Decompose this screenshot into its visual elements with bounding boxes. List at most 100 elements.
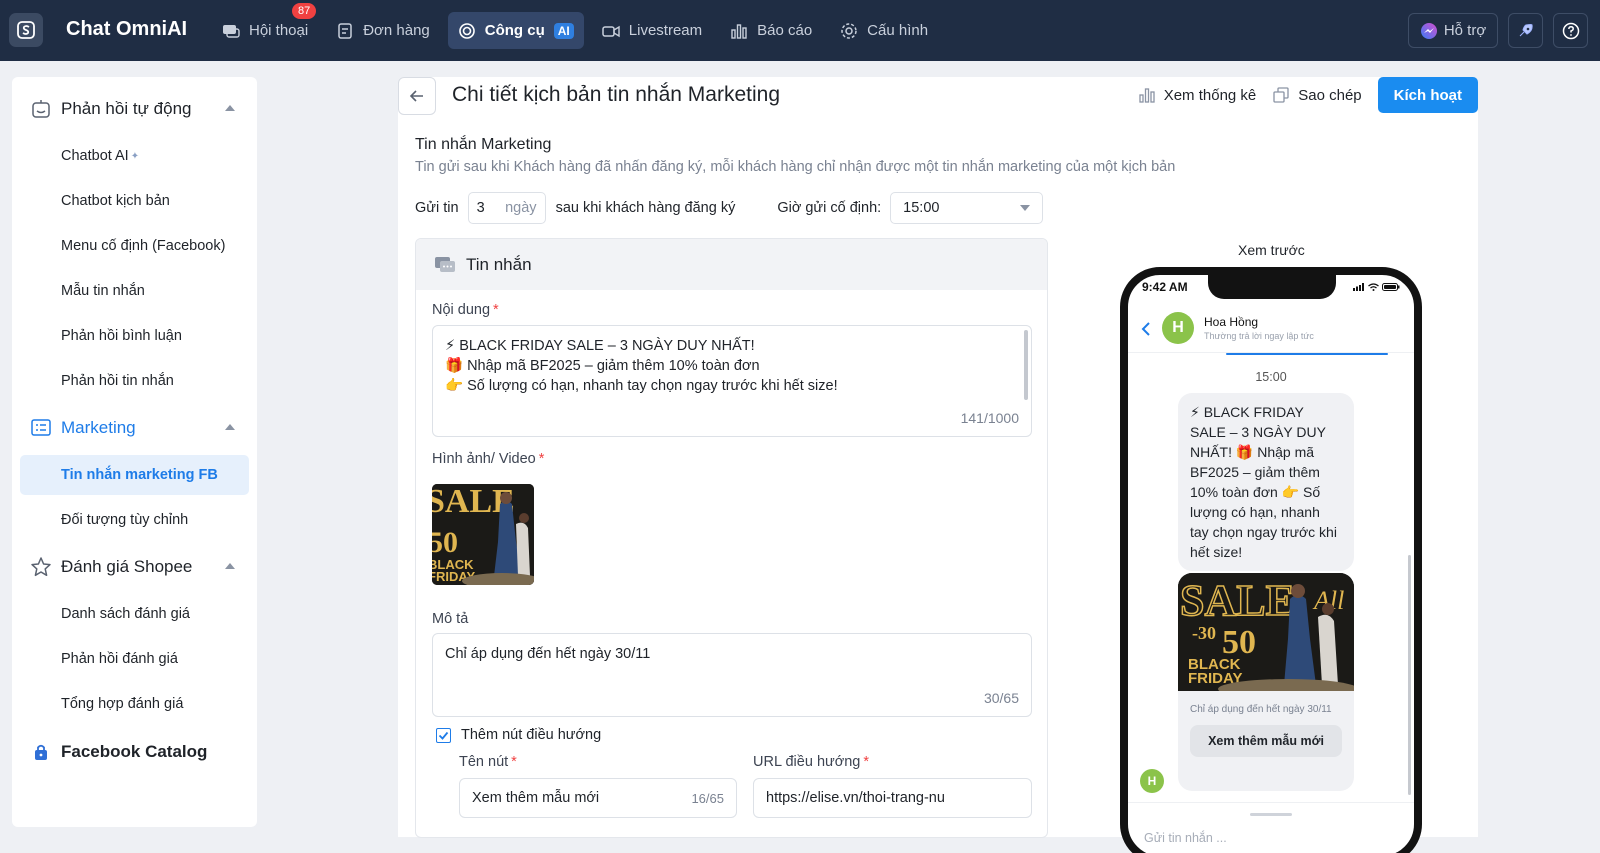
- messenger-icon: [1420, 22, 1437, 39]
- contact-name: Hoa Hồng: [1204, 315, 1259, 329]
- sidebar-item-message-reply[interactable]: Phản hồi tin nhắn: [20, 361, 249, 401]
- days-input[interactable]: 3 ngày: [467, 192, 546, 224]
- phone-message-input[interactable]: Gửi tin nhắn ...: [1144, 831, 1227, 845]
- checkbox[interactable]: [436, 727, 451, 743]
- sidebar-group-marketing[interactable]: Marketing: [12, 410, 257, 446]
- marketing-list-icon: [30, 417, 52, 439]
- promo-discount-low: -30: [1192, 623, 1216, 643]
- chevron-down-icon: [1020, 205, 1031, 211]
- sidebar-group-facebook-catalog[interactable]: Facebook Catalog: [12, 734, 257, 770]
- announcement-button[interactable]: [1508, 13, 1543, 48]
- app-logo[interactable]: [9, 13, 43, 47]
- message-panel-title: Tin nhắn: [466, 254, 532, 274]
- sidebar-item-label: Tin nhắn marketing FB: [61, 467, 218, 483]
- collapse-caret-icon[interactable]: [225, 105, 235, 111]
- top-navigation-bar: Chat OmniAI Hội thoại 87 Đơn hàng Công c…: [0, 0, 1600, 61]
- sidebar-group-label: Phản hồi tự động: [61, 99, 192, 118]
- sidebar-item-label: Đối tượng tùy chỉnh: [61, 512, 189, 528]
- content-line: 👉 Số lượng có hạn, nhanh tay chọn ngay t…: [445, 378, 838, 394]
- content-label: Nội dung *: [432, 302, 499, 318]
- sidebar-item-fixed-menu[interactable]: Menu cố định (Facebook): [20, 226, 249, 266]
- nav-reports[interactable]: Báo cáo: [720, 12, 822, 49]
- promo-headline: SALE: [1180, 576, 1295, 625]
- preview-card-image: SALE All -30 50 BLACK FRIDAY: [1178, 573, 1354, 699]
- nav-conversations[interactable]: Hội thoại 87: [212, 3, 318, 49]
- sidebar-item-label: Menu cố định (Facebook): [61, 238, 226, 254]
- nav-orders[interactable]: Đơn hàng: [326, 12, 440, 49]
- collapse-caret-icon[interactable]: [225, 424, 235, 430]
- collapse-caret-icon[interactable]: [225, 563, 235, 569]
- unread-badge: 87: [291, 3, 317, 19]
- top-right-actions: Hỗ trợ: [1408, 13, 1588, 48]
- previous-message-edge: [1226, 353, 1388, 355]
- ai-chip: AI: [553, 22, 574, 39]
- button-name-value: Xem thêm mẫu mới: [472, 790, 600, 806]
- rocket-icon: [1519, 23, 1533, 36]
- days-unit: ngày: [505, 200, 537, 216]
- time-value: 15:00: [903, 200, 940, 216]
- avatar: H: [1162, 312, 1194, 344]
- time-select[interactable]: 15:00: [890, 192, 1044, 224]
- page-header: Chi tiết kịch bản tin nhắn Marketing Xem…: [398, 77, 1478, 129]
- sparkle-icon: ✦: [130, 150, 140, 162]
- sidebar-group-auto-reply[interactable]: Phản hồi tự động: [12, 91, 257, 127]
- nav-livestream-label: Livestream: [628, 22, 703, 39]
- button-name-input[interactable]: Xem thêm mẫu mới 16/65: [459, 778, 737, 818]
- sidebar-item-review-list[interactable]: Danh sách đánh giá: [20, 594, 249, 634]
- sidebar-group-label: Đánh giá Shopee: [61, 557, 193, 576]
- content-counter: 141/1000: [960, 410, 1019, 426]
- days-value: 3: [476, 200, 485, 216]
- phone-handle: [1250, 813, 1292, 816]
- nav-button-checkbox-label: Thêm nút điều hướng: [461, 727, 602, 743]
- sidebar-item-chatbot-script[interactable]: Chatbot kịch bản: [20, 181, 249, 221]
- support-button[interactable]: Hỗ trợ: [1408, 13, 1498, 48]
- logo-icon: [17, 21, 35, 39]
- back-button[interactable]: [398, 77, 436, 115]
- back-chevron-icon[interactable]: [1140, 321, 1152, 337]
- nav-ai-tools-label: Công cụ: [484, 22, 545, 39]
- button-name-counter: 16/65: [691, 790, 724, 806]
- url-input[interactable]: https://elise.vn/thoi-trang-nu: [753, 778, 1032, 818]
- sidebar-item-review-summary[interactable]: Tổng hợp đánh giá: [20, 684, 249, 724]
- view-stats-button[interactable]: Xem thống kê: [1138, 86, 1256, 104]
- description-textarea[interactable]: Chỉ áp dụng đến hết ngày 30/11 30/65: [432, 633, 1032, 717]
- nav-button-toggle[interactable]: Thêm nút điều hướng: [436, 727, 601, 743]
- avatar-small: H: [1140, 769, 1164, 793]
- stats-icon: [1139, 88, 1155, 103]
- media-thumbnail[interactable]: SALE 50 BLACK FRIDAY: [432, 484, 534, 585]
- nav-livestream[interactable]: Livestream: [592, 12, 712, 49]
- sidebar-group-shopee-reviews[interactable]: Đánh giá Shopee: [12, 549, 257, 585]
- section-description: Tin gửi sau khi Khách hàng đã nhấn đăng …: [415, 159, 1176, 175]
- nav-orders-label: Đơn hàng: [363, 22, 430, 39]
- preview-card-button[interactable]: Xem thêm mẫu mới: [1190, 725, 1342, 757]
- help-button[interactable]: [1553, 13, 1588, 48]
- textarea-scrollbar[interactable]: [1024, 330, 1028, 400]
- fixed-time-label: Giờ gửi cố định:: [777, 200, 882, 216]
- nav-ai-tools[interactable]: Công cụ AI: [447, 12, 584, 49]
- after-register-label: sau khi khách hàng đăng ký: [555, 200, 736, 216]
- sidebar-item-message-templates[interactable]: Mẫu tin nhắn: [20, 271, 249, 311]
- sidebar-item-custom-audience[interactable]: Đối tượng tùy chỉnh: [20, 500, 249, 540]
- sidebar-item-label: Danh sách đánh giá: [61, 606, 190, 622]
- sidebar-item-label: Phản hồi tin nhắn: [61, 373, 174, 389]
- preview-card-description: Chỉ áp dụng đến hết ngày 30/11: [1190, 704, 1332, 715]
- sidebar-item-chatbot-ai[interactable]: Chatbot AI ✦: [20, 136, 249, 176]
- page-title: Chi tiết kịch bản tin nhắn Marketing: [452, 83, 781, 106]
- ai-tools-icon: [458, 22, 475, 39]
- arrow-left-icon: [409, 90, 423, 102]
- activate-button[interactable]: Kích hoạt: [1377, 77, 1478, 113]
- button-name-label: Tên nút *: [459, 754, 517, 770]
- sidebar-item-review-reply[interactable]: Phản hồi đánh giá: [20, 639, 249, 679]
- sidebar-item-fb-marketing-message[interactable]: Tin nhắn marketing FB: [20, 455, 249, 495]
- sidebar-item-comment-reply[interactable]: Phản hồi bình luận: [20, 316, 249, 356]
- message-icon: [435, 256, 455, 272]
- sidebar-item-label: Tổng hợp đánh giá: [61, 696, 184, 712]
- copy-label: Sao chép: [1298, 86, 1362, 104]
- content-textarea[interactable]: ⚡ BLACK FRIDAY SALE – 3 NGÀY DUY NHẤT! 🎁…: [432, 325, 1032, 437]
- url-value: https://elise.vn/thoi-trang-nu: [766, 790, 945, 806]
- battery-icon: [1382, 283, 1400, 291]
- nav-settings[interactable]: Cấu hình: [830, 12, 938, 49]
- help-icon: [1562, 22, 1579, 39]
- phone-scrollbar[interactable]: [1408, 555, 1411, 795]
- copy-button[interactable]: Sao chép: [1272, 86, 1362, 104]
